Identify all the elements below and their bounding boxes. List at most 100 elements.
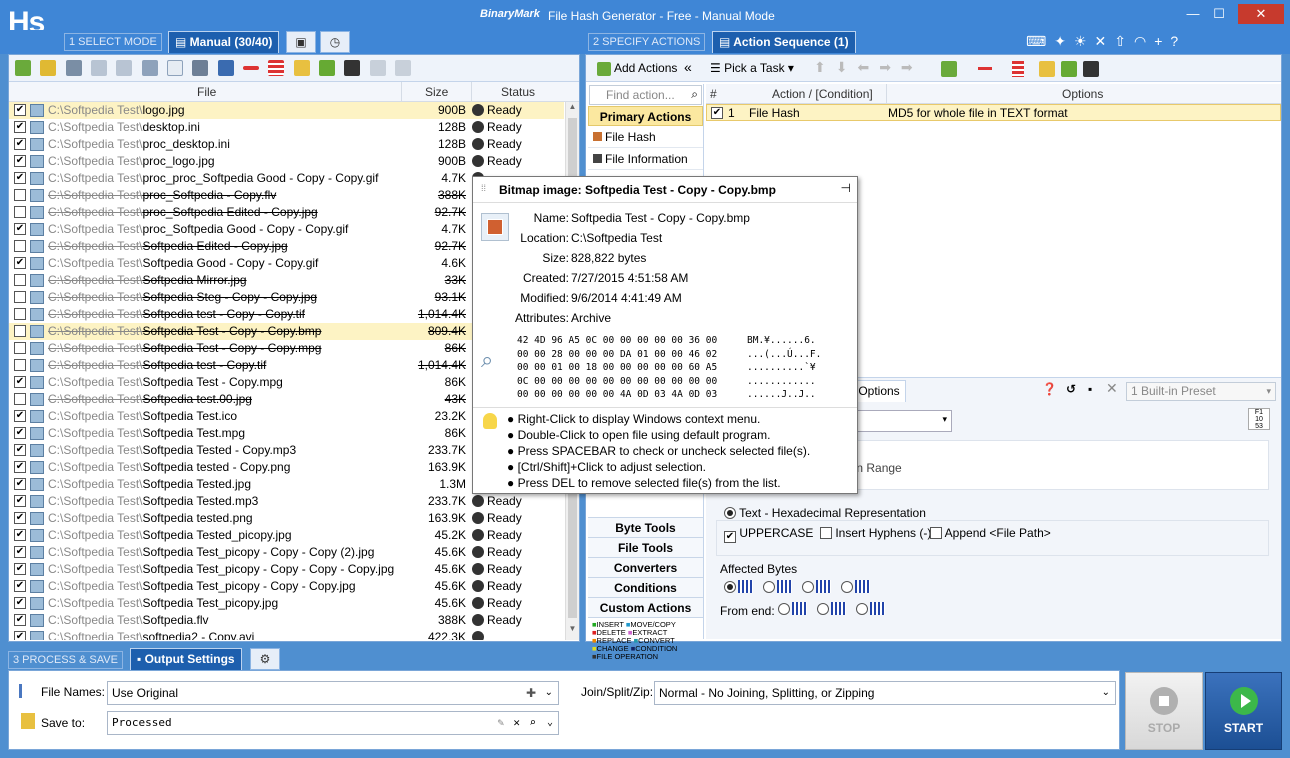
file-checkbox[interactable]: ✔ (14, 444, 26, 456)
action-file-information[interactable]: File Information (588, 148, 703, 170)
minimize-button[interactable]: — (1180, 4, 1206, 24)
add-sequence-file-icon[interactable] (1061, 61, 1077, 77)
category-file-tools[interactable]: File Tools (588, 537, 703, 557)
copy-icon[interactable] (91, 60, 108, 76)
file-checkbox[interactable]: ✔ (14, 104, 26, 116)
algorithm-select[interactable]: ▾ (856, 410, 952, 432)
add-pattern-icon[interactable]: ✚ (526, 682, 536, 704)
file-checkbox[interactable] (14, 342, 26, 354)
file-row[interactable]: ✔ C:\Softpedia Test\Softpedia Test_picopy… (9, 561, 564, 578)
help-icon[interactable]: ? (1170, 33, 1186, 49)
save-to-field[interactable]: Processed ✎ ✕ ⌕ ⌄ (107, 711, 559, 735)
browse-icon[interactable]: ⌕ (529, 712, 536, 734)
tab-manual[interactable]: ▤ Manual (30/40) (168, 31, 280, 53)
tip-icon[interactable]: ✦ (1054, 33, 1074, 49)
remove-action-icon[interactable] (978, 67, 992, 70)
hyphens-checkbox[interactable]: Insert Hyphens (-) (820, 526, 931, 540)
category-conditions[interactable]: Conditions (588, 577, 703, 597)
file-checkbox[interactable]: ✔ (14, 257, 26, 269)
open-list-icon[interactable] (293, 60, 310, 76)
file-row[interactable]: ✔ C:\Softpedia Test\logo.jpg 900B Ready (9, 102, 564, 119)
open-sequence-icon[interactable] (1039, 61, 1055, 77)
sort-icon[interactable] (217, 60, 234, 76)
category-byte-tools[interactable]: Byte Tools (588, 517, 703, 537)
file-checkbox[interactable]: ✔ (14, 478, 26, 490)
file-checkbox[interactable]: ✔ (14, 138, 26, 150)
bulb-icon[interactable]: ☀ (1074, 33, 1095, 49)
primary-actions-header[interactable]: Primary Actions (588, 106, 703, 126)
file-checkbox[interactable]: ✔ (14, 427, 26, 439)
save-sequence-icon[interactable] (1083, 61, 1099, 77)
file-checkbox[interactable] (14, 206, 26, 218)
file-row[interactable]: ✔ C:\Softpedia Test\proc_logo.jpg 900B Read… (9, 153, 564, 170)
maximize-button[interactable]: ☐ (1206, 4, 1232, 24)
start-button[interactable]: START (1205, 672, 1282, 750)
find-action-icon[interactable]: ⌕ (691, 87, 698, 102)
find-action-field[interactable]: Find action... ⌕ (589, 85, 702, 105)
sequence-row[interactable]: ✔ 1 File Hash MD5 for whole file in TEXT… (706, 104, 1281, 121)
col-file[interactable]: File (197, 85, 216, 99)
folder-mode-icon[interactable]: ▣ (286, 31, 316, 53)
affected-opt-2[interactable] (763, 580, 793, 594)
file-row[interactable]: ✔ C:\Softpedia Test\Softpedia Test_picopy… (9, 544, 564, 561)
stop-button[interactable]: STOP (1125, 672, 1203, 750)
file-checkbox[interactable]: ✔ (14, 580, 26, 592)
col-status[interactable]: Status (501, 85, 535, 99)
file-row[interactable]: ✔ C:\Softpedia Test\softpedia2 - Copy.avi… (9, 629, 564, 640)
category-custom-actions[interactable]: Custom Actions (588, 597, 703, 617)
add-folder-icon[interactable] (40, 60, 57, 76)
pin-icon[interactable]: ⊣ (841, 181, 851, 195)
sequence-checkbox[interactable]: ✔ (711, 107, 723, 119)
settings-gear-icon[interactable]: ⚙ (250, 648, 280, 670)
file-checkbox[interactable]: ✔ (14, 614, 26, 626)
col-size[interactable]: Size (425, 85, 448, 99)
view-icon[interactable] (141, 60, 158, 76)
paste-icon[interactable] (116, 60, 133, 76)
file-checkbox[interactable]: ✔ (14, 563, 26, 575)
pick-task-button[interactable]: ☰ Pick a Task ▾ (710, 61, 794, 75)
find-icon[interactable] (65, 60, 82, 76)
edit-icon[interactable]: ✎ (497, 712, 504, 734)
from-end-opt-1[interactable] (778, 602, 807, 616)
add-sequence-icon[interactable] (941, 61, 957, 77)
file-checkbox[interactable] (14, 325, 26, 337)
clear-icon[interactable]: ✕ (513, 712, 520, 734)
file-checkbox[interactable]: ✔ (14, 121, 26, 133)
feed-icon[interactable]: ◠ (1134, 33, 1154, 49)
file-checkbox[interactable] (14, 393, 26, 405)
append-path-checkbox[interactable]: Append <File Path> (930, 526, 1051, 540)
remove-all-icon[interactable] (268, 60, 285, 76)
file-row[interactable]: ✔ C:\Softpedia Test\Softpedia.flv 388K Read… (9, 612, 564, 629)
tab-output-settings[interactable]: ▪ Output Settings (130, 648, 242, 670)
file-checkbox[interactable] (14, 308, 26, 320)
console-icon[interactable]: ⌨ (1026, 33, 1054, 49)
file-row[interactable]: ✔ C:\Softpedia Test\Softpedia Test_picopy… (9, 595, 564, 612)
file-row[interactable]: ✔ C:\Softpedia Test\proc_desktop.ini 128B R… (9, 136, 564, 153)
file-names-field[interactable]: Use Original ✚ ⌄ (107, 681, 559, 705)
from-end-opt-2[interactable] (817, 602, 847, 616)
file-row[interactable]: ✔ C:\Softpedia Test\Softpedia Test_picopy… (9, 578, 564, 595)
hex-view-icon[interactable]: F1 10 53 (1248, 408, 1270, 430)
from-end-opt-3[interactable] (856, 602, 886, 616)
save-to-dropdown-icon[interactable]: ⌄ (547, 712, 553, 734)
move-arrows[interactable]: ⬆⬇⬅➡➡ (814, 59, 923, 76)
file-row[interactable]: ✔ C:\Softpedia Test\Softpedia Tested_pico… (9, 527, 564, 544)
file-checkbox[interactable]: ✔ (14, 461, 26, 473)
file-checkbox[interactable]: ✔ (14, 546, 26, 558)
preset-select[interactable]: 1 Built-in Preset ▾ (1126, 382, 1276, 401)
add-list-icon[interactable] (319, 60, 336, 76)
file-checkbox[interactable]: ✔ (14, 631, 26, 640)
affected-opt-4[interactable] (841, 580, 871, 594)
file-row[interactable]: ✔ C:\Softpedia Test\desktop.ini 128B Ready (9, 119, 564, 136)
file-checkbox[interactable] (14, 240, 26, 252)
save-preset-icon[interactable]: ▪ (1088, 382, 1092, 396)
uppercase-checkbox[interactable]: ✔ UPPERCASE (724, 526, 813, 543)
file-row[interactable]: ✔ C:\Softpedia Test\Softpedia tested.png 1… (9, 510, 564, 527)
file-checkbox[interactable] (14, 274, 26, 286)
file-checkbox[interactable]: ✔ (14, 172, 26, 184)
file-checkbox[interactable]: ✔ (14, 495, 26, 507)
join-dropdown-icon[interactable]: ⌄ (1102, 682, 1110, 704)
file-row[interactable]: ✔ C:\Softpedia Test\Softpedia Tested.mp3 2… (9, 493, 564, 510)
delete-preset-icon[interactable]: ✕ (1106, 380, 1118, 397)
add-actions-button[interactable]: Add Actions (594, 61, 677, 76)
